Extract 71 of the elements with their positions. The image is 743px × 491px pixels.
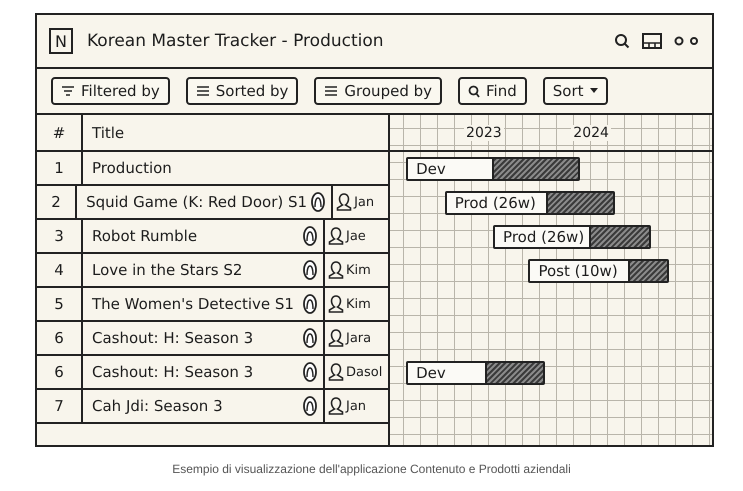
avatar-icon: [303, 260, 317, 280]
filter-icon: [61, 86, 75, 96]
assignee-name: Dasol: [346, 364, 382, 380]
app-logo: N: [49, 28, 73, 54]
toolbar-button[interactable]: Filtered by: [51, 77, 170, 105]
bar-hatching: [591, 227, 649, 247]
bar-label: Dev: [408, 363, 487, 383]
avatar-icon: [311, 192, 326, 212]
toolbar-button[interactable]: Find: [458, 77, 527, 105]
avatar-icon: [303, 226, 317, 246]
bar-label: Prod (26w): [495, 227, 592, 247]
group-title: Production: [91, 158, 173, 179]
person-icon: [328, 227, 344, 245]
person-icon: [328, 363, 344, 381]
sort-dropdown[interactable]: Sort: [542, 77, 608, 105]
assignee-name: Jan: [346, 398, 366, 414]
gantt-bar[interactable]: Prod (26w): [493, 225, 651, 249]
person-icon: [328, 397, 344, 415]
assignee-name: Kim: [346, 296, 371, 312]
bar-label: Prod (26w): [446, 193, 548, 213]
gantt-bar[interactable]: Prod (26w): [444, 191, 616, 215]
more-icon[interactable]: [674, 36, 700, 46]
person-icon: [328, 329, 344, 347]
toolbar-button[interactable]: Grouped by: [314, 77, 442, 105]
row-number: 6: [37, 322, 83, 354]
row-number: 2: [37, 186, 78, 218]
avatar-icon: [303, 328, 317, 348]
window-title: Korean Master Tracker - Production: [87, 31, 385, 51]
row-number: 5: [37, 288, 83, 320]
assignee-name: Jan: [354, 194, 374, 210]
assignee-name: Kim: [346, 262, 371, 278]
row-number: 1: [37, 152, 83, 184]
year-label: 2023: [464, 124, 504, 140]
row-number: 7: [37, 390, 83, 422]
caret-icon: [590, 88, 598, 94]
list-icon: [324, 86, 338, 96]
title-cell-text: Cashout: H: Season 3: [92, 329, 254, 347]
title-cell-text: Love in the Stars S2: [92, 261, 244, 279]
avatar-icon: [303, 362, 317, 382]
row-number: 3: [37, 220, 83, 252]
column-header: #: [37, 115, 83, 150]
avatar-icon: [303, 396, 317, 416]
bar-hatching: [548, 193, 614, 213]
column-header: Title: [91, 122, 126, 144]
year-label: 2024: [571, 124, 611, 140]
assignee-name: Jae: [346, 228, 366, 244]
toolbar-button[interactable]: Sorted by: [186, 77, 298, 105]
row-number: 4: [37, 254, 83, 286]
list-icon: [196, 86, 210, 96]
assignee-name: Jara: [346, 330, 372, 346]
title-cell: Squid Game (K: Red Door) S1: [86, 193, 308, 211]
bar-label: Dev: [408, 159, 494, 179]
title-cell-text: Cah Jdi: Season 3: [92, 397, 224, 415]
search-icon[interactable]: [614, 33, 630, 49]
bar-label: Post (10w): [530, 261, 630, 281]
avatar-icon: [303, 294, 317, 314]
row-number: 6: [37, 356, 83, 388]
person-icon: [336, 193, 352, 211]
gantt-bar[interactable]: Post (10w): [528, 259, 669, 283]
bar-hatching: [486, 363, 543, 383]
title-cell-text: The Women's Detective S1: [92, 295, 295, 313]
title-cell-text: Robot Rumble: [92, 227, 198, 245]
person-icon: [328, 261, 344, 279]
search-icon: [468, 84, 480, 98]
gantt-bar[interactable]: Dev: [406, 157, 580, 181]
panel-icon[interactable]: [642, 33, 662, 49]
person-icon: [328, 295, 344, 313]
bar-hatching: [630, 261, 667, 281]
caption: Esempio di visualizzazione dell'applicazione Contenuto e Prodotti aziendali: [171, 462, 572, 476]
gantt-bar[interactable]: Dev: [406, 361, 545, 385]
title-cell-text: Cashout: H: Season 3: [92, 363, 254, 381]
